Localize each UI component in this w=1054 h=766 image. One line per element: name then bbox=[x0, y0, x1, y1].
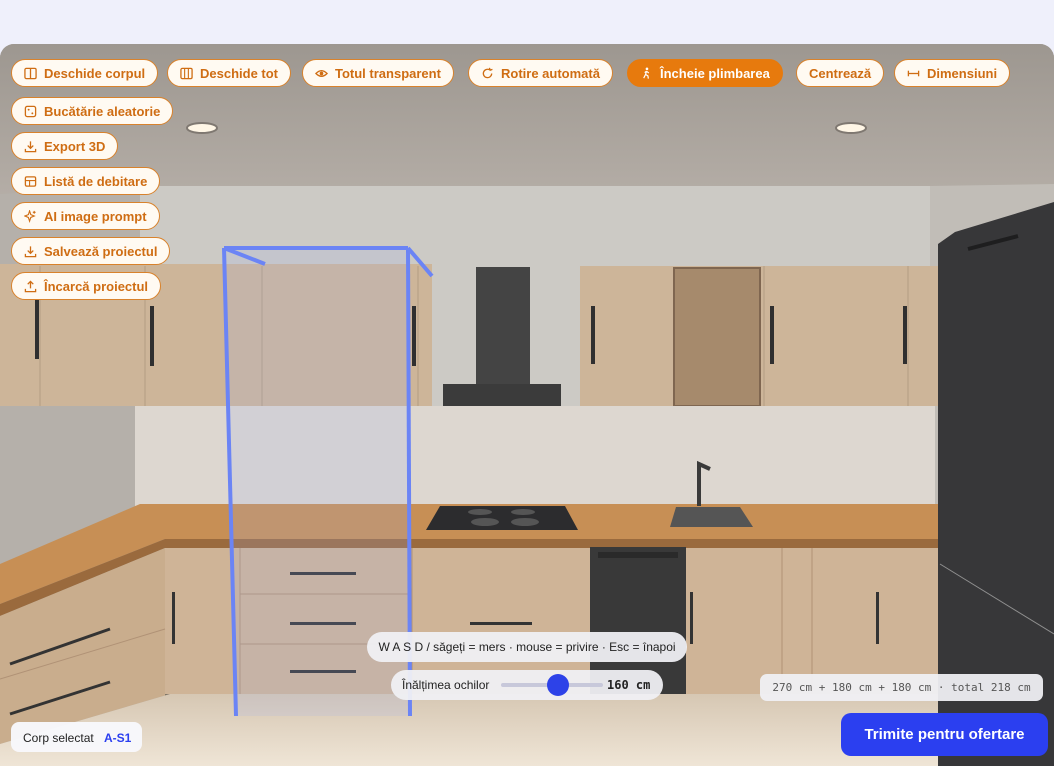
open-all-button[interactable]: Deschide tot bbox=[167, 59, 292, 87]
all-transparent-button[interactable]: Totul transparent bbox=[302, 59, 454, 87]
three-columns-icon bbox=[180, 67, 193, 79]
download-icon bbox=[24, 140, 37, 152]
selected-body-badge: Corp selectat A-S1 bbox=[11, 722, 142, 752]
dimensions-label: Dimensiuni bbox=[927, 65, 998, 81]
cut-list-button[interactable]: Listă de debitare bbox=[11, 167, 161, 195]
ai-image-prompt-label: AI image prompt bbox=[44, 208, 147, 224]
upload-icon bbox=[24, 279, 37, 292]
walk-controls-hint-text: W A S D / săgeți = mers · mouse = privir… bbox=[378, 640, 676, 654]
submit-for-quote-label: Trimite pentru ofertare bbox=[864, 726, 1025, 743]
selected-body-value: A-S1 bbox=[104, 731, 132, 745]
dice-icon bbox=[24, 105, 37, 117]
walking-person-icon bbox=[643, 67, 650, 79]
random-kitchen-label: Bucătărie aleatorie bbox=[44, 103, 161, 119]
ruler-dimension-icon bbox=[907, 70, 920, 76]
open-all-label: Deschide tot bbox=[200, 65, 279, 81]
eye-height-control: Înălțimea ochilor 160 cm bbox=[391, 670, 663, 700]
eye-icon bbox=[315, 69, 328, 77]
center-button[interactable]: Centrează bbox=[796, 59, 885, 87]
center-label: Centrează bbox=[809, 65, 872, 81]
sparkles-icon bbox=[24, 209, 36, 223]
save-project-button[interactable]: Salvează proiectul bbox=[11, 237, 171, 265]
ceiling-light bbox=[186, 122, 218, 134]
eye-height-label: Înălțimea ochilor bbox=[402, 678, 490, 692]
walk-controls-hint: W A S D / săgeți = mers · mouse = privir… bbox=[367, 632, 687, 662]
dimensions-summary: 270 cm + 180 cm + 180 cm · total 218 cm bbox=[760, 674, 1043, 701]
eye-height-value: 160 cm bbox=[607, 678, 651, 692]
ceiling-light bbox=[835, 122, 867, 134]
dimensions-button[interactable]: Dimensiuni bbox=[894, 59, 1011, 87]
open-body-button[interactable]: Deschide corpul bbox=[11, 59, 159, 87]
upper-cabinets-right bbox=[580, 266, 952, 406]
download-icon bbox=[24, 245, 37, 257]
range-hood bbox=[476, 267, 530, 387]
cooktop bbox=[426, 506, 578, 530]
eye-height-slider-thumb[interactable] bbox=[547, 674, 570, 696]
save-project-label: Salvează proiectul bbox=[44, 243, 158, 259]
load-project-label: Încarcă proiectul bbox=[44, 278, 149, 294]
cut-list-label: Listă de debitare bbox=[44, 173, 148, 189]
end-walk-label: Încheie plimbarea bbox=[660, 65, 770, 81]
end-walk-button[interactable]: Încheie plimbarea bbox=[627, 59, 783, 87]
export-3d-button[interactable]: Export 3D bbox=[11, 132, 119, 160]
auto-rotate-label: Rotire automată bbox=[501, 65, 600, 81]
dimensions-summary-text: 270 cm + 180 cm + 180 cm · total 218 cm bbox=[772, 681, 1031, 694]
selected-body-label: Corp selectat bbox=[23, 731, 94, 745]
export-3d-label: Export 3D bbox=[44, 138, 106, 154]
open-body-label: Deschide corpul bbox=[44, 65, 146, 81]
sink bbox=[670, 507, 753, 527]
submit-for-quote-button[interactable]: Trimite pentru ofertare bbox=[841, 713, 1048, 756]
auto-rotate-button[interactable]: Rotire automată bbox=[468, 59, 613, 87]
all-transparent-label: Totul transparent bbox=[335, 65, 441, 81]
table-grid-icon bbox=[24, 175, 37, 187]
ai-image-prompt-button[interactable]: AI image prompt bbox=[11, 202, 160, 230]
rotate-icon bbox=[482, 67, 493, 78]
load-project-button[interactable]: Încarcă proiectul bbox=[11, 272, 162, 300]
random-kitchen-button[interactable]: Bucătărie aleatorie bbox=[11, 97, 174, 125]
columns-icon bbox=[24, 67, 37, 79]
